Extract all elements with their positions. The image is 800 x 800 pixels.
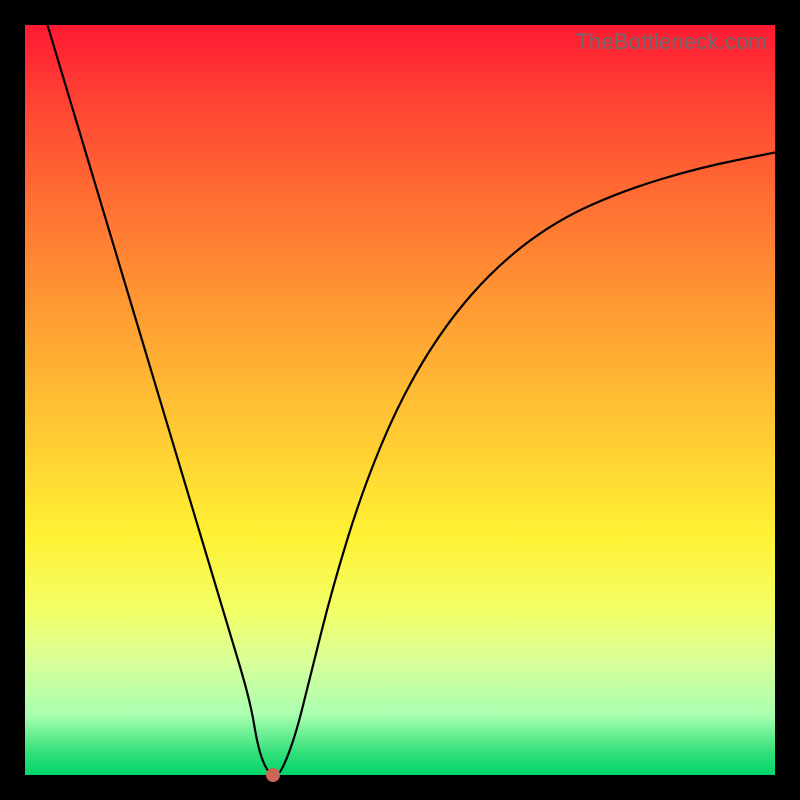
optimal-point-marker xyxy=(266,768,280,782)
bottleneck-curve-path xyxy=(48,25,776,775)
curve-svg xyxy=(25,25,775,775)
plot-area: TheBottleneck.com xyxy=(25,25,775,775)
chart-frame: TheBottleneck.com xyxy=(0,0,800,800)
